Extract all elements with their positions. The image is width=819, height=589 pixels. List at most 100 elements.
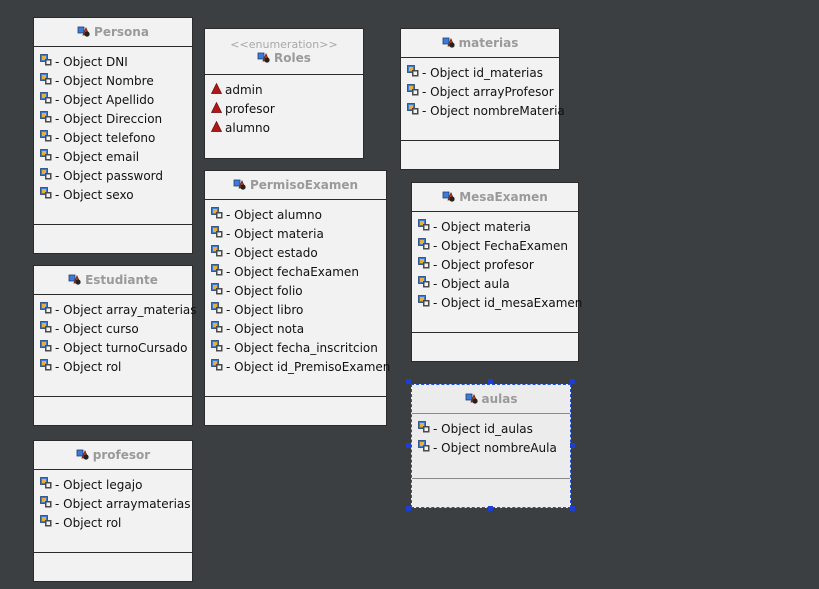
attribute-row[interactable]: - Object email (34, 147, 192, 166)
attribute-row[interactable]: - Object Apellido (34, 90, 192, 109)
resize-handle-se[interactable] (570, 506, 575, 511)
attribute-icon (211, 302, 223, 317)
attribute-row[interactable]: - Object nombreMateria (401, 101, 565, 120)
resize-handle-ne[interactable] (570, 379, 575, 384)
operations-compartment (34, 396, 192, 425)
class-roles[interactable]: <<enumeration>> Roles admin profesor alu… (204, 28, 364, 159)
attribute-icon (418, 257, 430, 272)
attribute-row[interactable]: - Object arraymaterias (34, 494, 192, 513)
resize-handle-w[interactable] (406, 443, 411, 448)
attribute-row[interactable]: - Object estado (205, 243, 386, 262)
class-name: Roles (274, 51, 311, 65)
attribute-row[interactable]: - Object rol (34, 357, 192, 376)
class-name: Estudiante (85, 273, 158, 287)
attribute-row[interactable]: - Object telefono (34, 128, 192, 147)
operations-compartment (412, 332, 578, 361)
attribute-icon (211, 226, 223, 241)
class-estudiante-header: Estudiante (34, 266, 192, 295)
attribute-icon (40, 92, 52, 107)
class-icon (442, 36, 456, 51)
attribute-row[interactable]: - Object arrayProfesor (401, 82, 559, 101)
attribute-row[interactable]: - Object profesor (412, 255, 578, 274)
attribute-icon (40, 149, 52, 164)
attribute-icon (407, 84, 419, 99)
attribute-icon (40, 321, 52, 336)
attribute-row[interactable]: - Object libro (205, 300, 386, 319)
attribute-row[interactable]: - Object materia (205, 224, 386, 243)
attribute-icon (211, 264, 223, 279)
attribute-row[interactable]: - Object id_materias (401, 63, 559, 82)
attribute-icon (211, 207, 223, 222)
class-icon (77, 25, 91, 40)
attribute-row[interactable]: - Object id_PremisoExamen (205, 357, 390, 376)
class-persona-header: Persona (34, 18, 192, 47)
attribute-icon (418, 440, 430, 455)
class-name: materias (458, 36, 519, 50)
attribute-icon (407, 103, 419, 118)
attribute-row[interactable]: - Object nombreAula (412, 438, 570, 457)
operations-compartment (401, 140, 559, 169)
class-name: profesor (92, 448, 151, 462)
attribute-row[interactable]: - Object aula (412, 274, 578, 293)
attribute-row[interactable]: - Object curso (34, 319, 192, 338)
attribute-icon (40, 359, 52, 374)
attribute-icon (40, 302, 52, 317)
attribute-icon (40, 54, 52, 69)
attribute-row[interactable]: - Object folio (205, 281, 386, 300)
enum-literal-row[interactable]: admin (205, 80, 363, 99)
attribute-icon (40, 111, 52, 126)
attribute-icon (407, 65, 419, 80)
attribute-list: - Object id_materias - Object arrayProfe… (401, 58, 565, 120)
class-materias[interactable]: materias - Object id_materias - Object a… (400, 28, 565, 170)
enum-literal-row[interactable]: profesor (205, 99, 363, 118)
attribute-row[interactable]: - Object nota (205, 319, 386, 338)
resize-handle-sw[interactable] (406, 506, 411, 511)
resize-handle-nw[interactable] (406, 379, 411, 384)
attribute-row[interactable]: - Object array_materias (34, 300, 197, 319)
attribute-icon (211, 340, 223, 355)
attribute-row[interactable]: - Object alumno (205, 205, 386, 224)
attribute-row[interactable]: - Object Direccion (34, 109, 192, 128)
resize-handle-e[interactable] (570, 443, 575, 448)
operations-compartment (205, 396, 386, 425)
class-aulas[interactable]: aulas - Object id_aulas - Object nombreA… (411, 384, 571, 508)
stereotype-label: <<enumeration>> (230, 37, 338, 51)
attribute-row[interactable]: - Object DNI (34, 52, 192, 71)
attribute-icon (40, 130, 52, 145)
class-icon (76, 448, 90, 463)
attribute-row[interactable]: - Object FechaExamen (412, 236, 578, 255)
attribute-row[interactable]: - Object password (34, 166, 192, 185)
class-icon (68, 273, 82, 288)
class-permisoexamen[interactable]: PermisoExamen - Object alumno - Object m… (204, 170, 390, 426)
resize-handle-s[interactable] (488, 506, 493, 511)
attribute-list: - Object array_materias - Object curso -… (34, 295, 197, 376)
class-estudiante[interactable]: Estudiante - Object array_materias - Obj… (33, 265, 197, 426)
attribute-icon (418, 219, 430, 234)
attribute-icon (418, 238, 430, 253)
attribute-row[interactable]: - Object id_aulas (412, 419, 570, 438)
attribute-icon (211, 245, 223, 260)
attribute-row[interactable]: - Object rol (34, 513, 192, 532)
resize-handle-n[interactable] (488, 379, 493, 384)
attribute-row[interactable]: - Object legajo (34, 475, 192, 494)
attribute-row[interactable]: - Object Nombre (34, 71, 192, 90)
class-mesaexamen[interactable]: MesaExamen - Object materia - Object Fec… (411, 182, 582, 362)
attribute-list: - Object materia - Object FechaExamen - … (412, 212, 582, 312)
class-profesor[interactable]: profesor - Object legajo - Object arraym… (33, 440, 193, 582)
attribute-row[interactable]: - Object turnoCursado (34, 338, 192, 357)
operations-compartment (34, 552, 192, 581)
attribute-row[interactable]: - Object materia (412, 217, 578, 236)
attribute-list: - Object id_aulas - Object nombreAula (412, 414, 570, 457)
class-persona[interactable]: Persona - Object DNI - Object Nombre - O… (33, 17, 193, 254)
attribute-icon (40, 477, 52, 492)
attribute-row[interactable]: - Object fecha_inscritcion (205, 338, 386, 357)
attribute-icon (211, 283, 223, 298)
class-name: aulas (481, 392, 518, 406)
class-name: Persona (94, 25, 149, 39)
attribute-row[interactable]: - Object id_mesaExamen (412, 293, 582, 312)
enum-literal-row[interactable]: alumno (205, 118, 363, 137)
attribute-row[interactable]: - Object fechaExamen (205, 262, 386, 281)
attribute-list: - Object alumno - Object materia - Objec… (205, 200, 390, 376)
attribute-row[interactable]: - Object sexo (34, 185, 192, 204)
operations-compartment (34, 224, 192, 253)
